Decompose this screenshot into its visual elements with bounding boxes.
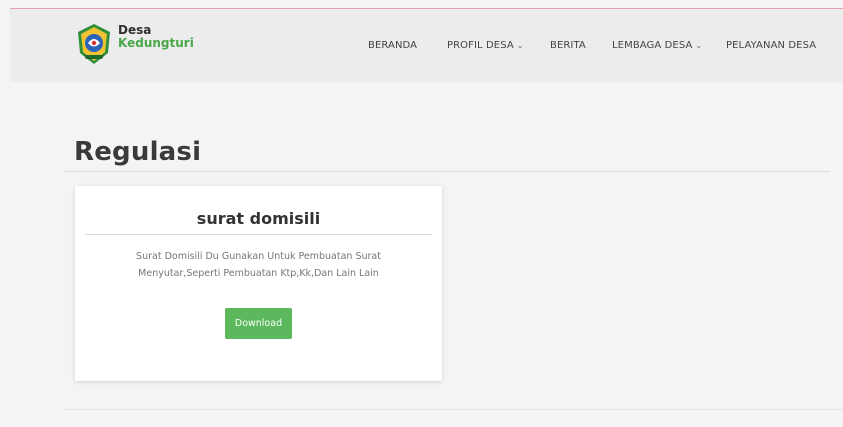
page-title: Regulasi — [74, 137, 202, 167]
brand-name-line2[interactable]: Kedungturi — [118, 36, 194, 50]
chevron-down-icon: ⌄ — [695, 41, 703, 50]
nav-item-label: PROFIL DESA — [447, 40, 514, 51]
card-description: Surat Domisili Du Gunakan Untuk Pembuata… — [136, 251, 381, 279]
card-divider — [85, 234, 432, 235]
chevron-down-icon: ⌄ — [516, 41, 524, 50]
download-button[interactable]: Download — [225, 308, 292, 339]
footer-divider — [64, 409, 843, 410]
nav-item-lembaga-desa[interactable]: LEMBAGA DESA ⌄ — [612, 40, 702, 52]
village-emblem-icon[interactable] — [74, 23, 114, 65]
nav-item-profil-desa[interactable]: PROFIL DESA ⌄ — [447, 40, 524, 52]
brand-name-line1[interactable]: Desa — [118, 23, 151, 37]
navbar: Desa Kedungturi BERANDA PROFIL DESA ⌄ BER… — [10, 9, 843, 82]
nav-item-label: LEMBAGA DESA — [612, 40, 693, 51]
nav-item-label: PELAYANAN DESA — [726, 40, 817, 51]
nav-item-label: BERITA — [550, 40, 586, 51]
regulation-card: surat domisili Surat Domisili Du Gunakan… — [75, 186, 442, 381]
nav-item-pelayanan-desa[interactable]: PELAYANAN DESA — [726, 40, 816, 52]
nav-item-beranda[interactable]: BERANDA — [368, 40, 417, 52]
nav-item-berita[interactable]: BERITA — [550, 40, 586, 52]
nav-item-label: BERANDA — [368, 40, 418, 51]
title-divider — [64, 171, 830, 172]
card-title: surat domisili — [196, 209, 321, 228]
